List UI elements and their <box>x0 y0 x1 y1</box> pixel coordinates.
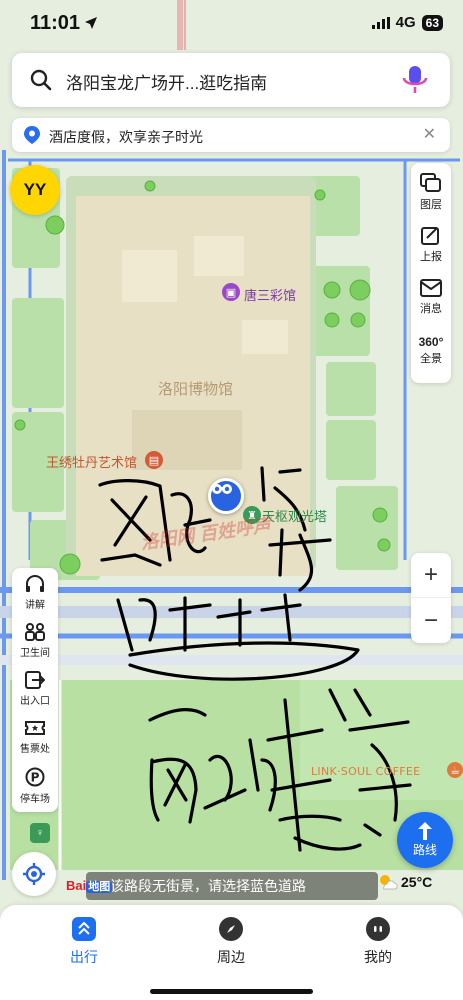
restroom-map-pin-icon[interactable]: ♀ <box>30 823 50 843</box>
nav-mine[interactable]: 我的 <box>338 917 418 967</box>
panorama-360-icon: 360° <box>418 335 444 349</box>
restroom-button[interactable]: 卫生间 <box>12 618 58 666</box>
home-indicator[interactable] <box>150 989 313 994</box>
battery-indicator: 63 <box>421 14 443 31</box>
locate-me-button[interactable] <box>12 852 56 896</box>
zoom-in-button[interactable]: + <box>411 553 451 598</box>
restroom-label: 卫生间 <box>20 648 50 659</box>
parking-button[interactable]: P 停车场 <box>12 762 58 810</box>
left-toolbar: 讲解 卫生间 出入口 售票处 P 停车场 <box>12 568 58 812</box>
right-toolbar: 图层 上报 消息 360° 全景 <box>411 163 451 383</box>
voice-mic-icon[interactable] <box>400 64 430 96</box>
street-view-hint: 该路段无街景，请选择蓝色道路 <box>86 872 378 900</box>
current-location-marker-icon <box>208 478 244 514</box>
signal-icon <box>371 16 390 29</box>
compass-icon <box>219 917 243 941</box>
status-time: 11:01 <box>30 12 81 34</box>
search-icon <box>30 69 52 91</box>
entrance-label: 出入口 <box>20 696 50 707</box>
wangxiu-label[interactable]: 王绣牡丹艺术馆 <box>46 452 137 471</box>
messages-button[interactable]: 消息 <box>411 273 451 325</box>
audio-guide-label: 讲解 <box>25 600 45 611</box>
restroom-icon <box>25 623 45 641</box>
tower-pin-icon[interactable]: ♜ <box>243 506 261 524</box>
tangsancai-label[interactable]: 唐三彩馆 <box>244 285 296 304</box>
layers-icon <box>420 173 441 192</box>
parking-label: 停车场 <box>20 794 50 805</box>
network-type: 4G <box>395 14 416 31</box>
baidu-logo-badge: 地图 <box>86 881 113 893</box>
nav-travel-label: 出行 <box>70 949 98 965</box>
layers-button[interactable]: 图层 <box>411 167 451 219</box>
wangxiu-pin-icon[interactable]: ▤ <box>145 451 163 469</box>
nav-mine-label: 我的 <box>364 949 392 965</box>
report-button[interactable]: 上报 <box>411 219 451 271</box>
ticket-icon <box>25 721 45 735</box>
svg-text:P: P <box>31 771 40 785</box>
yy-avatar-button[interactable]: YY <box>10 165 60 215</box>
weather-temp: 25°C <box>401 874 433 890</box>
entrance-button[interactable]: 出入口 <box>12 666 58 714</box>
mail-icon <box>420 279 442 297</box>
bottom-navigation: 出行 周边 我的 <box>0 905 463 1000</box>
audio-guide-button[interactable]: 讲解 <box>12 570 58 618</box>
baidu-logo-text: Bai <box>66 878 87 893</box>
tower-label[interactable]: 天枢观光塔 <box>262 506 327 525</box>
layers-label: 图层 <box>420 199 442 211</box>
parking-icon: P <box>25 767 45 787</box>
route-label: 路线 <box>412 843 437 857</box>
headphones-icon <box>26 575 44 592</box>
gps-target-icon <box>23 863 45 885</box>
zoom-out-button[interactable]: − <box>411 598 451 643</box>
banner-text[interactable]: 酒店度假，欢享亲子时光 <box>49 127 203 147</box>
search-query[interactable]: 洛阳宝龙广场开...逛吃指南 <box>66 69 267 94</box>
nav-nearby-label: 周边 <box>217 949 245 965</box>
tangsancai-pin-icon[interactable]: ▣ <box>222 283 240 301</box>
messages-label: 消息 <box>420 303 442 315</box>
nav-travel[interactable]: 出行 <box>44 917 124 967</box>
travel-icon <box>72 917 96 941</box>
search-bar[interactable]: 洛阳宝龙广场开...逛吃指南 <box>12 53 450 107</box>
route-arrow-icon <box>418 822 432 840</box>
location-arrow-icon <box>85 17 97 29</box>
report-icon <box>421 227 439 245</box>
coffee-pin-icon[interactable]: ☕ <box>447 762 463 778</box>
location-pin-icon <box>24 126 40 144</box>
panorama-button[interactable]: 360° 全景 <box>411 327 451 379</box>
museum-label[interactable]: 洛阳博物馆 <box>158 378 233 399</box>
close-icon[interactable]: ✕ <box>423 124 436 144</box>
panorama-label: 全景 <box>420 353 442 365</box>
profile-icon <box>366 917 390 941</box>
promo-banner[interactable]: 酒店度假，欢享亲子时光 ✕ <box>12 118 450 152</box>
ticket-label: 售票处 <box>20 744 50 755</box>
zoom-control: + − <box>411 553 451 643</box>
nav-nearby[interactable]: 周边 <box>191 917 271 967</box>
exit-icon <box>25 671 45 689</box>
partly-cloudy-icon <box>380 875 398 890</box>
status-bar: 11:01 4G 63 <box>0 0 463 48</box>
ticket-button[interactable]: 售票处 <box>12 714 58 762</box>
baidu-map-logo: Bai 地图 <box>66 878 113 894</box>
weather-widget[interactable]: 25°C <box>378 874 432 890</box>
report-label: 上报 <box>420 251 442 263</box>
coffee-label[interactable]: LINK·SOUL COFFEE <box>311 765 420 778</box>
route-button[interactable]: 路线 <box>397 812 453 868</box>
